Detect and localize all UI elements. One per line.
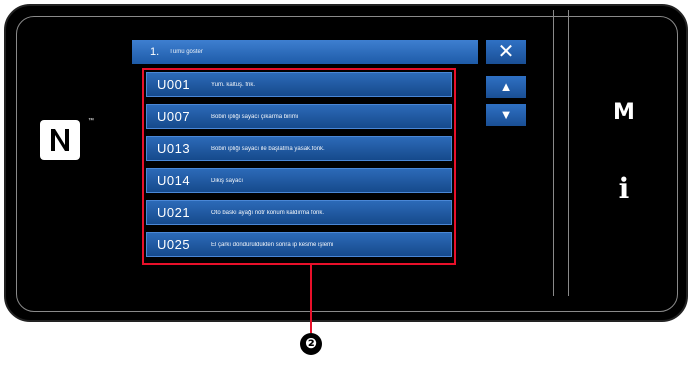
menu-button[interactable]: M xyxy=(602,100,646,125)
title-bar: 1. Tümü göster xyxy=(132,40,478,64)
info-button[interactable]: i xyxy=(602,172,646,205)
callout-leader-line xyxy=(310,265,312,333)
callout-marker: ❷ xyxy=(300,333,322,355)
scroll-down-button[interactable]: ▼ xyxy=(486,104,526,126)
nfc-trademark: ™ xyxy=(88,118,94,124)
nfc-icon xyxy=(40,120,80,160)
panel-divider xyxy=(553,10,554,296)
close-button[interactable]: ✕ xyxy=(486,40,526,64)
highlight-box xyxy=(142,68,456,265)
page-title: Tümü göster xyxy=(169,49,203,55)
panel-divider xyxy=(568,10,569,296)
title-number: 1. xyxy=(150,46,160,58)
scroll-up-button[interactable]: ▲ xyxy=(486,76,526,98)
